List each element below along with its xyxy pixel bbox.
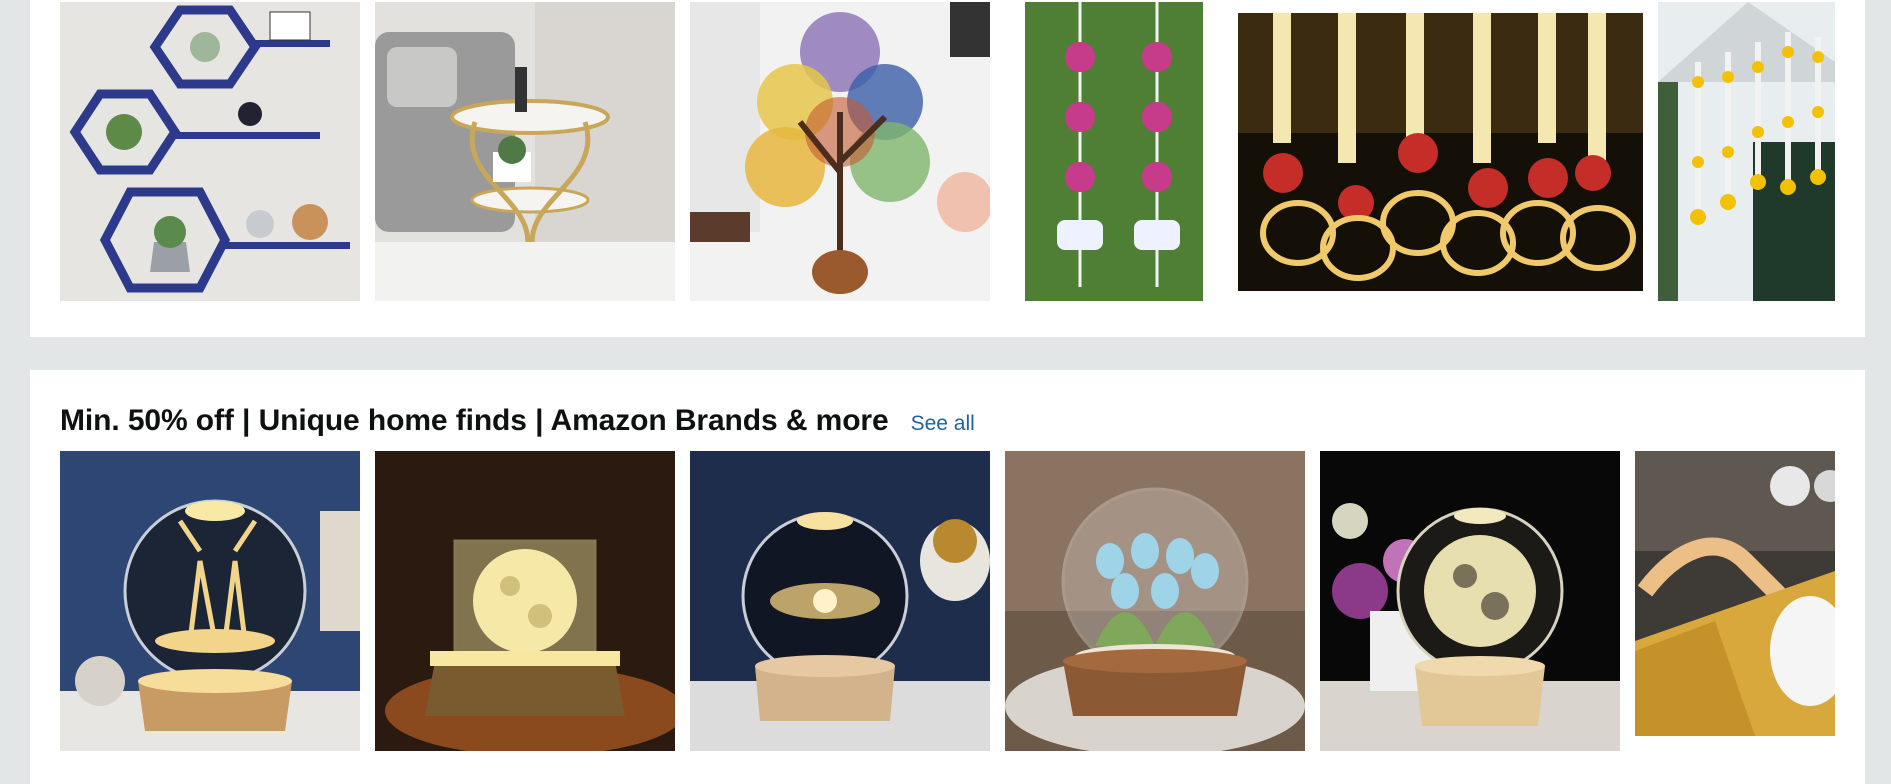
product-image-door-flower-garland[interactable] <box>1658 2 1835 301</box>
product-image-moon-crystal-ball-lamp[interactable] <box>1320 451 1620 751</box>
section-header: Min. 50% off | Unique home finds | Amazo… <box>60 404 975 440</box>
section-title: Min. 50% off | Unique home finds | Amazo… <box>60 404 889 437</box>
product-image-marigold-tea-light-toran[interactable] <box>1238 13 1643 291</box>
product-image-gold-side-table[interactable] <box>375 2 675 301</box>
product-image-lotus-wall-hangings[interactable] <box>1025 2 1203 301</box>
product-image-galaxy-crystal-ball-lamp[interactable] <box>690 451 990 751</box>
product-image-hexagon-wall-shelves[interactable] <box>60 2 360 301</box>
product-image-moon-cube-crystal-lamp[interactable] <box>375 451 675 751</box>
product-image-book-clip-reading-lamp[interactable] <box>1635 451 1835 736</box>
product-image-deer-crystal-ball-lamp[interactable] <box>60 451 360 751</box>
product-image-gemstone-tree[interactable] <box>690 2 990 301</box>
product-image-tulip-crystal-ball-lamp[interactable] <box>1005 451 1305 751</box>
see-all-link[interactable]: See all <box>911 412 975 436</box>
